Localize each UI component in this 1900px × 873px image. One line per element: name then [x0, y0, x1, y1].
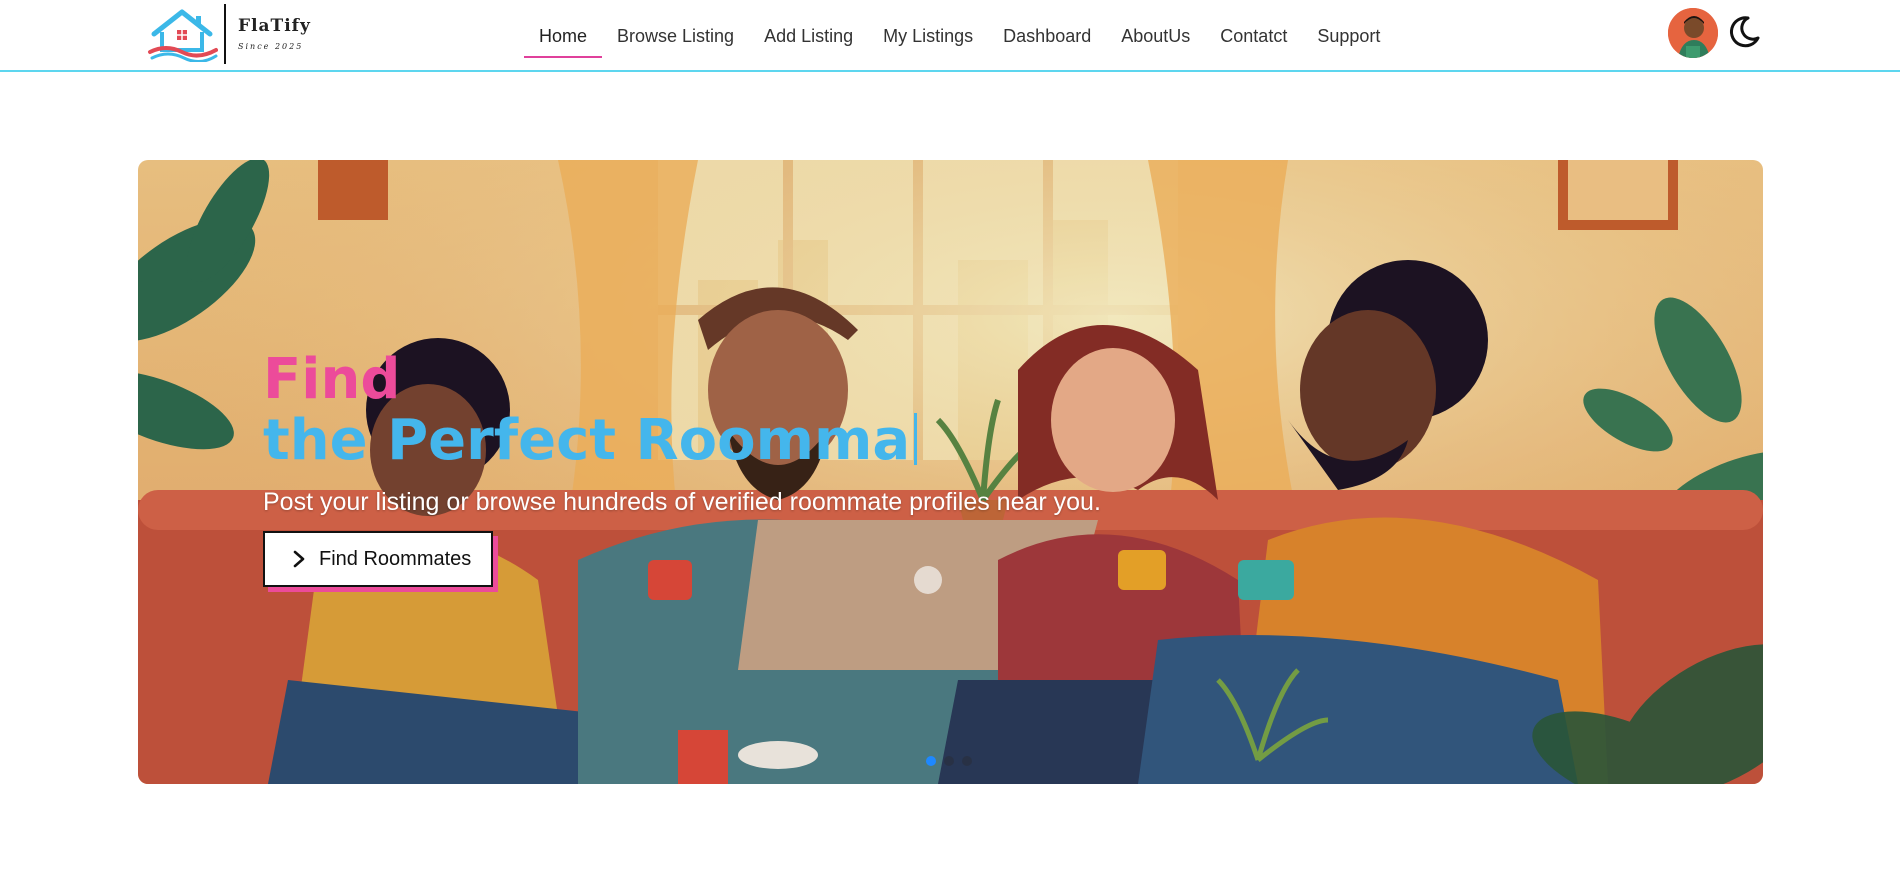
typing-cursor — [914, 413, 918, 465]
main-nav: Home Browse Listing Add Listing My Listi… — [524, 0, 1395, 60]
nav-contact[interactable]: Contatct — [1205, 4, 1302, 56]
hero-title-line1: Find — [263, 347, 401, 412]
user-avatar[interactable] — [1668, 8, 1718, 58]
carousel-indicators — [926, 756, 972, 766]
carousel-dot-2[interactable] — [944, 756, 954, 766]
brand-name: FlaTify — [238, 15, 311, 36]
nav-support[interactable]: Support — [1302, 4, 1395, 56]
house-logo-icon — [148, 9, 218, 62]
carousel-dot-3[interactable] — [962, 756, 972, 766]
hero-title-line2: the Perfect Roomma — [263, 410, 1101, 472]
nav-add-listing[interactable]: Add Listing — [749, 4, 868, 56]
navbar: FlaTify Since 2025 Home Browse Listing A… — [0, 0, 1900, 72]
find-roommates-label: Find Roommates — [319, 547, 472, 570]
nav-home[interactable]: Home — [524, 4, 603, 58]
avatar-image — [1668, 8, 1718, 58]
moon-icon[interactable] — [1726, 14, 1762, 50]
nav-about-us[interactable]: AboutUs — [1106, 4, 1205, 56]
brand-divider — [224, 4, 226, 64]
nav-my-listings[interactable]: My Listings — [868, 4, 988, 56]
nav-browse-listing[interactable]: Browse Listing — [602, 4, 749, 56]
find-roommates-button[interactable]: Find Roommates — [263, 531, 493, 587]
chevron-right-icon — [293, 550, 305, 568]
carousel-dot-1[interactable] — [926, 756, 936, 766]
nav-dashboard[interactable]: Dashboard — [988, 4, 1106, 56]
hero-title-typed-text: the Perfect Roomma — [263, 408, 911, 473]
brand[interactable]: FlaTify Since 2025 — [146, 4, 311, 64]
hero-subtitle: Post your listing or browse hundreds of … — [263, 488, 1101, 516]
brand-since: Since 2025 — [238, 41, 304, 51]
hero-content: Find the Perfect Roomma Post your listin… — [263, 350, 1101, 587]
brand-text: FlaTify Since 2025 — [238, 15, 311, 51]
hero-carousel: Find the Perfect Roomma Post your listin… — [138, 160, 1763, 784]
